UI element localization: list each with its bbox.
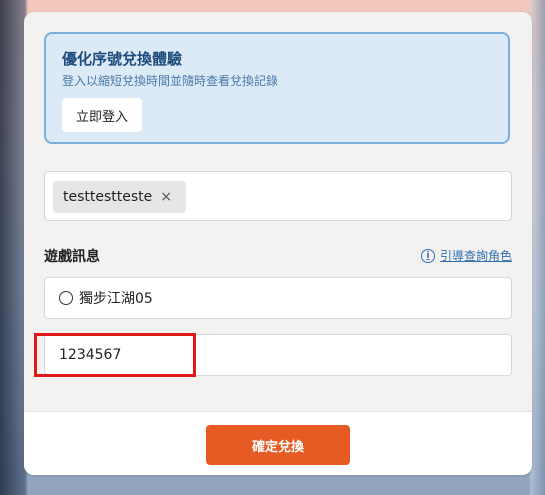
footer: 確定兌換 [24, 412, 532, 475]
highlight-box [34, 333, 196, 377]
login-prompt-title: 優化序號兌換體驗 [62, 50, 183, 68]
confirm-redeem-button[interactable]: 確定兌換 [206, 425, 350, 465]
guide-link-label: 引導查詢角色 [439, 249, 512, 263]
remove-tag-icon[interactable]: × [160, 189, 172, 205]
guide-link[interactable]: i 引導查詢角色 [420, 247, 512, 264]
server-value: 獨步江湖05 [79, 291, 153, 307]
game-info-title: 遊戲訊息 [44, 249, 100, 265]
login-button[interactable]: 立即登入 [62, 98, 142, 132]
info-icon: i [420, 248, 435, 263]
redeem-card: 優化序號兌換體驗 登入以縮短兌換時間並隨時查看兌換記錄 立即登入 testtes… [24, 12, 532, 475]
server-select-field[interactable]: 獨步江湖05 [44, 277, 512, 319]
redeem-code-input[interactable]: testtestteste × [44, 171, 512, 221]
radio-icon [59, 291, 73, 305]
login-prompt-subtitle: 登入以縮短兌換時間並隨時查看兌換記錄 [62, 74, 279, 88]
login-prompt-box: 優化序號兌換體驗 登入以縮短兌換時間並隨時查看兌換記錄 立即登入 [44, 32, 510, 144]
code-tag-value: testtestteste [63, 189, 153, 205]
code-tag: testtestteste × [53, 181, 187, 213]
